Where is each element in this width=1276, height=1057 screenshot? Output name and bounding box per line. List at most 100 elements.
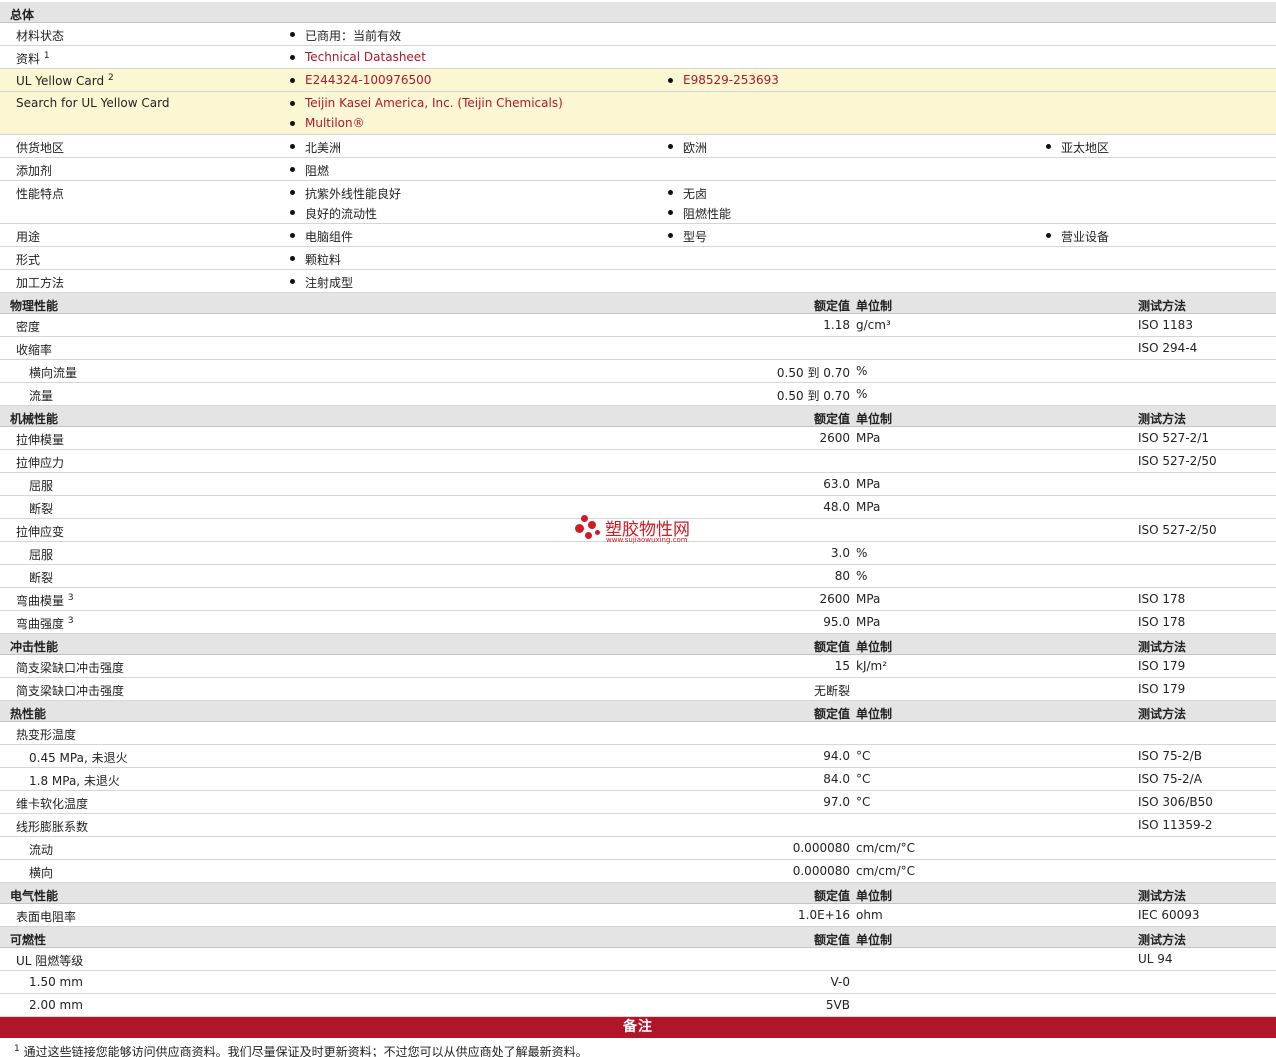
general-row: 供货地区 北美洲 欧洲 亚太地区	[0, 135, 1276, 158]
column-header-unit: 单位制	[856, 412, 893, 426]
value-column: 北美洲	[290, 139, 341, 159]
test-method: ISO 75-2/A	[1138, 772, 1202, 786]
column-header-method: 测试方法	[1138, 640, 1187, 654]
row-label-text: 材料状态	[16, 29, 65, 43]
general-section: 总体 材料状态 已商用：当前有效 资料 1 Technical Datasheet UL…	[0, 2, 1276, 293]
value-column: 已商用：当前有效	[290, 27, 401, 47]
row-label: 用途	[16, 228, 40, 245]
watermark-logo: 塑胶物性网 www.sujiaowuxing.com	[575, 515, 715, 547]
property-unit: %	[856, 546, 868, 560]
property-label-text: 屈服	[29, 548, 54, 562]
footnote-text: 通过这些链接您能够访问供应商资料。我们尽量保证及时更新资料；不过您可以从供应商处…	[23, 1045, 588, 1057]
property-value: 48.0	[823, 500, 850, 514]
value-link[interactable]: E98529-253693	[668, 73, 779, 93]
value-column: 电脑组件	[290, 228, 353, 248]
logo-dot-icon	[588, 521, 596, 529]
property-value: 97.0	[823, 795, 850, 809]
property-label: 流动	[29, 841, 53, 858]
row-label: 形式	[16, 251, 40, 268]
property-row: 2.00 mm 5VB	[0, 994, 1276, 1017]
property-label-text: 1.8 MPa, 未退火	[29, 774, 120, 788]
value-column: 营业设备	[1046, 228, 1109, 248]
row-label-text: 供货地区	[16, 141, 65, 155]
value-item: 抗紫外线性能良好	[290, 185, 401, 205]
property-label: 密度	[16, 318, 40, 335]
value-item: 北美洲	[290, 139, 341, 159]
property-row: 线形膨胀系数 ISO 11359-2	[0, 814, 1276, 837]
property-value: 0.000080	[792, 841, 850, 855]
property-unit: %	[856, 569, 868, 583]
footnote: 1 通过这些链接您能够访问供应商资料。我们尽量保证及时更新资料；不过您可以从供应…	[0, 1038, 1276, 1057]
section-header: 物理性能 额定值 单位制 测试方法	[0, 293, 1276, 314]
value-column: Teijin Kasei America, Inc. (Teijin Chemi…	[290, 96, 563, 136]
value-item: 欧洲	[668, 139, 707, 159]
property-value: 80	[834, 569, 850, 583]
property-unit: MPa	[856, 592, 881, 606]
column-header-unit: 单位制	[856, 299, 893, 313]
property-row: 弯曲模量 3 2600 MPa ISO 178	[0, 588, 1276, 611]
property-label: 0.45 MPa, 未退火	[29, 749, 128, 766]
row-label: 供货地区	[16, 139, 64, 156]
footnote-ref: 2	[107, 73, 114, 83]
property-row: 密度 1.18 g/cm³ ISO 1183	[0, 314, 1276, 337]
row-label-text: 添加剂	[16, 164, 53, 178]
section-header: 热性能 额定值 单位制 测试方法	[0, 701, 1276, 722]
value-item: 亚太地区	[1046, 139, 1109, 159]
property-label: 拉伸应力	[16, 454, 64, 471]
property-label: 简支梁缺口冲击强度	[16, 682, 124, 699]
section-header: 电气性能 额定值 单位制 测试方法	[0, 883, 1276, 904]
property-label-text: 简支梁缺口冲击强度	[16, 661, 125, 675]
section-title: 冲击性能	[10, 640, 59, 654]
property-label: 1.8 MPa, 未退火	[29, 772, 120, 789]
property-label-text: 弯曲模量	[16, 594, 65, 608]
property-unit: MPa	[856, 615, 881, 629]
logo-dot-icon	[575, 524, 584, 533]
value-link[interactable]: E244324-100976500	[290, 73, 431, 93]
property-label-text: 线形膨胀系数	[16, 820, 89, 834]
property-label: 线形膨胀系数	[16, 818, 88, 835]
property-unit: cm/cm/°C	[856, 864, 916, 878]
property-value: 0.50 到 0.70	[776, 389, 850, 403]
row-label: 添加剂	[16, 162, 52, 179]
row-label: 性能特点	[16, 185, 64, 202]
value-link[interactable]: Teijin Kasei America, Inc. (Teijin Chemi…	[290, 96, 563, 116]
column-header-value: 额定值	[813, 640, 850, 654]
test-method: ISO 294-4	[1138, 341, 1198, 355]
general-row: 性能特点 抗紫外线性能良好 良好的流动性 无卤 阻燃性能	[0, 181, 1276, 224]
test-method: ISO 527-2/1	[1138, 431, 1209, 445]
property-value: 1.0E+16	[798, 908, 850, 922]
property-value: 94.0	[823, 749, 850, 763]
footnote-ref: 3	[67, 593, 74, 603]
property-label-text: 断裂	[29, 502, 54, 516]
value-column: 亚太地区	[1046, 139, 1109, 159]
column-header-method: 测试方法	[1138, 412, 1187, 426]
general-row: UL Yellow Card 2 E244324-100976500 E98529-…	[0, 69, 1276, 92]
property-label: 断裂	[29, 569, 53, 586]
property-row: 横向流量 0.50 到 0.70%	[0, 360, 1276, 383]
property-unit: %	[856, 387, 868, 401]
value-item: 型号	[668, 228, 707, 248]
property-label: 断裂	[29, 500, 53, 517]
property-value: 3.0	[830, 546, 850, 560]
property-label-text: 弯曲强度	[16, 617, 65, 631]
footnote-ref: 3	[67, 616, 74, 626]
value-link[interactable]: Technical Datasheet	[290, 50, 426, 70]
property-label-text: 横向	[29, 866, 54, 880]
property-unit: g/cm³	[856, 318, 891, 332]
property-value: V-0	[830, 975, 850, 989]
property-row: UL 阻燃等级 UL 94	[0, 948, 1276, 971]
value-link[interactable]: Multilon®	[290, 116, 563, 136]
property-label: 流量	[29, 387, 53, 404]
notes-bar: 备注	[0, 1017, 1276, 1038]
test-method: UL 94	[1138, 952, 1173, 966]
column-header-unit: 单位制	[856, 889, 893, 903]
property-value: 84.0	[823, 772, 850, 786]
property-label-text: 热变形温度	[16, 728, 77, 742]
section-header-general: 总体	[0, 2, 1276, 23]
column-header-method: 测试方法	[1138, 707, 1187, 721]
general-row: 用途 电脑组件 型号 营业设备	[0, 224, 1276, 247]
value-item: 颗粒料	[290, 251, 341, 271]
section-header: 机械性能 额定值 单位制 测试方法	[0, 406, 1276, 427]
property-label: 弯曲模量 3	[16, 592, 74, 609]
logo-dot-icon	[585, 532, 592, 539]
